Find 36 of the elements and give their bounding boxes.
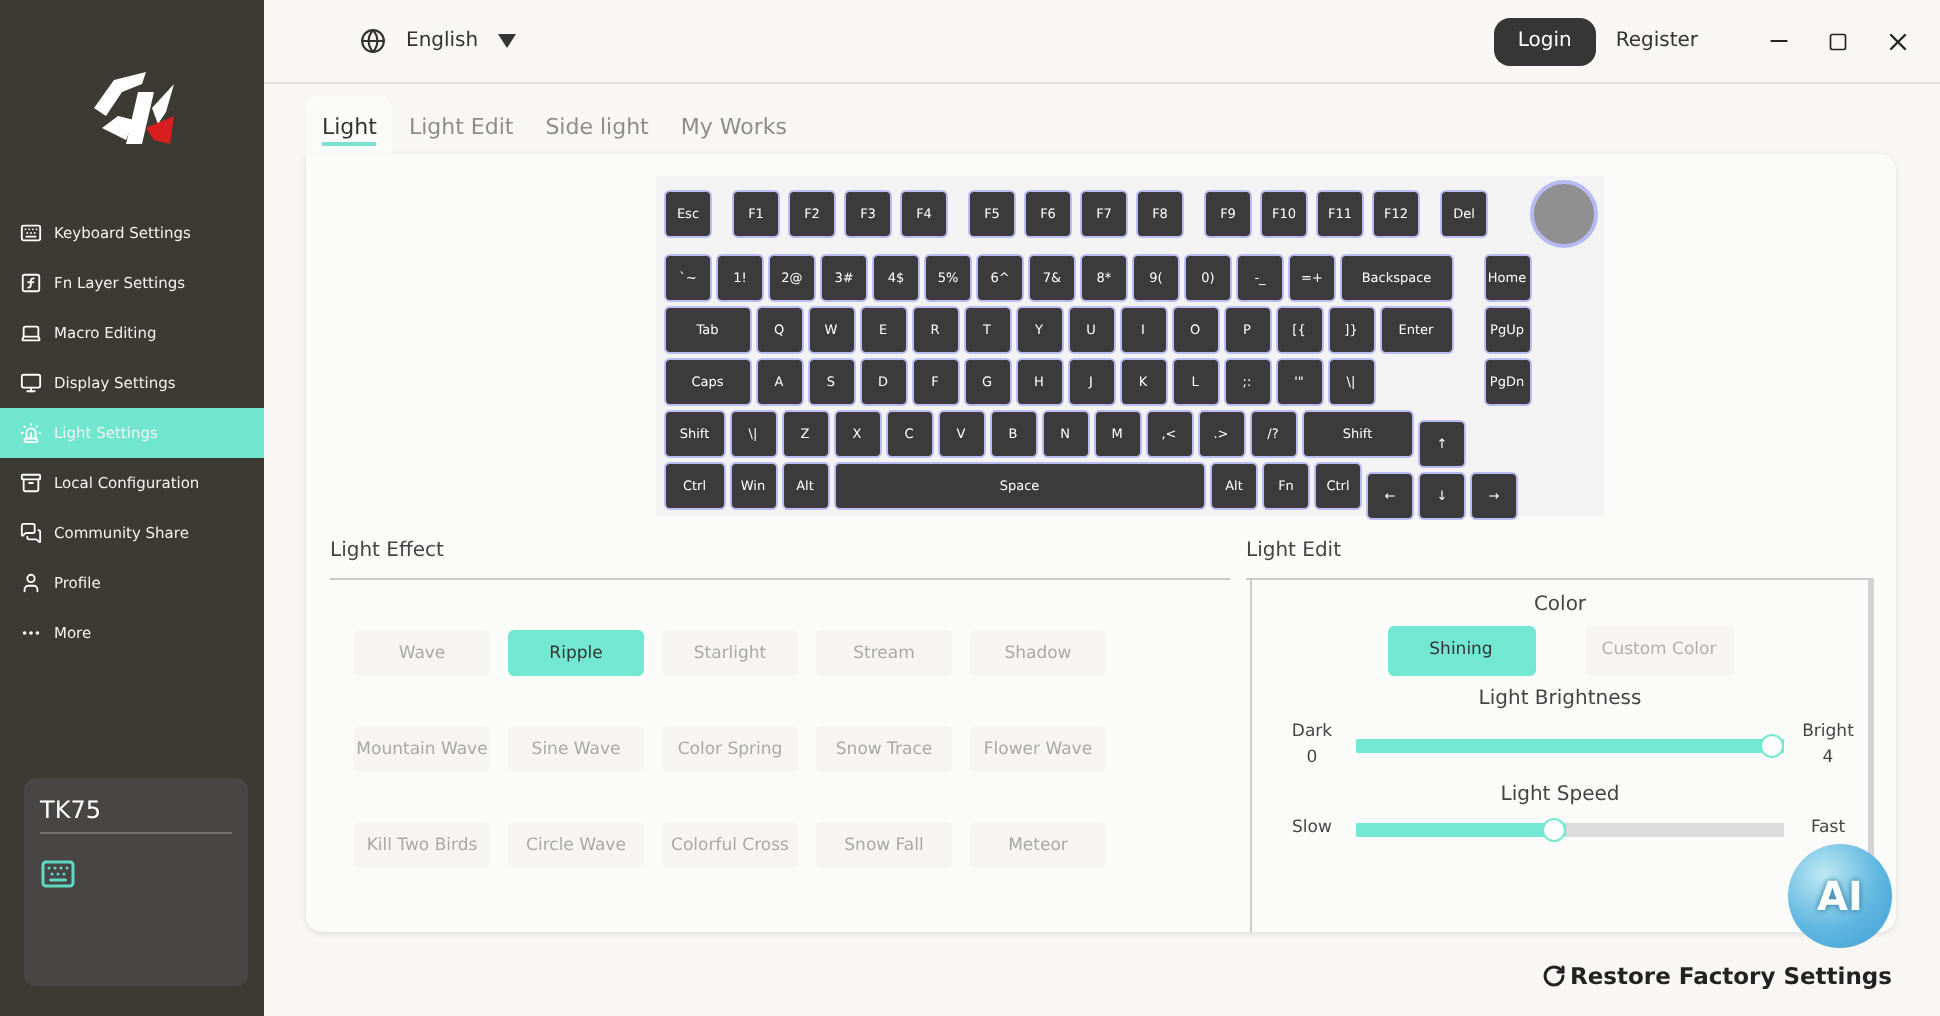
brightness-title: Light Brightness xyxy=(1478,688,1642,710)
monitor-icon xyxy=(20,372,42,394)
chat-icon xyxy=(20,522,42,544)
login-button[interactable]: Login xyxy=(1493,17,1596,65)
color-option-button[interactable]: Shining xyxy=(1387,626,1535,676)
effect-button[interactable]: Ripple xyxy=(508,630,644,676)
device-card[interactable]: TK75 xyxy=(24,778,248,986)
siren-icon xyxy=(20,422,42,444)
keyboard-icon xyxy=(40,856,76,892)
tab[interactable]: Light xyxy=(306,96,393,154)
slider-min-label: Dark xyxy=(1291,720,1333,746)
section-title: Light Effect xyxy=(330,538,446,566)
function-icon xyxy=(20,272,42,294)
caret-icon[interactable] xyxy=(498,34,517,48)
slider-min-label: Slow xyxy=(1292,816,1332,842)
slider-max-value: 4 xyxy=(1822,745,1834,771)
user-icon xyxy=(20,572,42,594)
section-title: Light Edit xyxy=(1246,538,1343,566)
slider-max-label: Fast xyxy=(1810,816,1846,842)
slider-min-value: 0 xyxy=(1306,745,1318,771)
keyboard-icon xyxy=(20,222,42,244)
laptop-icon xyxy=(20,322,42,344)
color-title: Color xyxy=(1533,594,1587,616)
language-label[interactable]: English xyxy=(406,30,479,52)
device-name: TK75 xyxy=(40,796,232,834)
slider-track[interactable] xyxy=(1356,815,1784,843)
speed-title: Light Speed xyxy=(1500,783,1620,805)
globe-icon[interactable] xyxy=(360,28,386,54)
archive-icon xyxy=(20,472,42,494)
knob-icon[interactable] xyxy=(1530,180,1598,248)
refresh-icon xyxy=(1542,964,1567,988)
slider-max-label: Bright xyxy=(1802,720,1854,746)
maximize-icon xyxy=(1828,31,1848,51)
register-link[interactable]: Register xyxy=(1615,30,1698,52)
maximize-button[interactable] xyxy=(1828,31,1848,51)
restore-factory-button[interactable]: Restore Factory Settings xyxy=(1542,962,1892,990)
